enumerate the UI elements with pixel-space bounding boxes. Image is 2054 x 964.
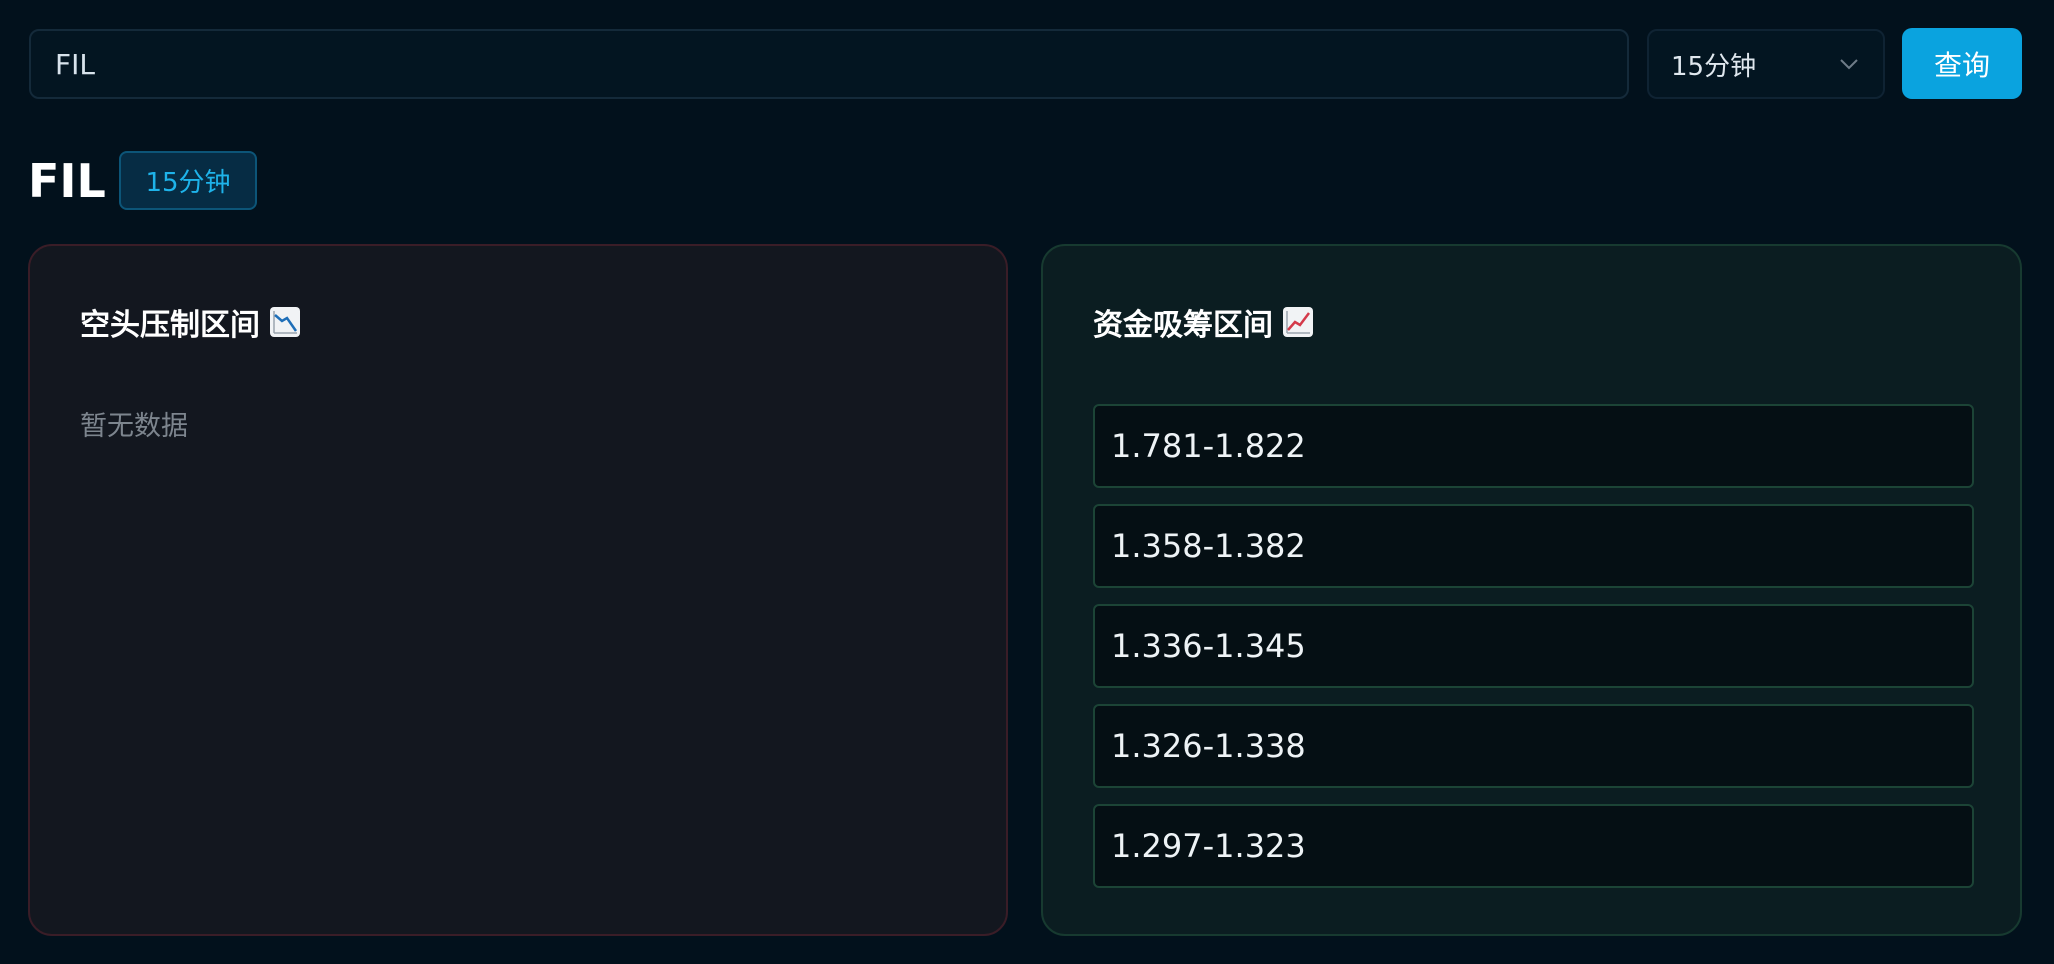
- range-item: 1.336-1.345: [1093, 604, 1974, 688]
- bear-pressure-panel: 空头压制区间 暂无数据: [28, 244, 1008, 936]
- accumulation-panel: 资金吸筹区间 1.781-1.822 1.358-1.382 1.336-1.3…: [1041, 244, 2022, 936]
- interval-select[interactable]: 15分钟: [1647, 29, 1885, 99]
- symbol-search-input[interactable]: [29, 29, 1629, 99]
- query-button[interactable]: 查询: [1902, 28, 2022, 99]
- bear-panel-title: 空头压制区间: [80, 308, 260, 343]
- accumulation-range-list: 1.781-1.822 1.358-1.382 1.336-1.345 1.32…: [1093, 404, 1974, 904]
- range-item: 1.358-1.382: [1093, 504, 1974, 588]
- range-item: 1.326-1.338: [1093, 704, 1974, 788]
- chart-decreasing-icon: [270, 307, 300, 337]
- bull-panel-title: 资金吸筹区间: [1093, 308, 1273, 343]
- interval-select-value: 15分钟: [1671, 51, 1757, 82]
- range-item: 1.297-1.323: [1093, 804, 1974, 888]
- interval-badge: 15分钟: [119, 151, 257, 210]
- range-item: 1.781-1.822: [1093, 404, 1974, 488]
- bear-panel-heading: 空头压制区间: [80, 300, 300, 344]
- bear-empty-text: 暂无数据: [80, 411, 188, 442]
- chart-increasing-icon: [1283, 307, 1313, 337]
- chevron-down-icon: [1840, 59, 1858, 70]
- page: 15分钟 查询 FIL 15分钟 空头压制区间 暂无数据 资金吸筹区间: [0, 0, 2054, 964]
- symbol-title: FIL: [28, 154, 106, 208]
- bull-panel-heading: 资金吸筹区间: [1093, 300, 1313, 344]
